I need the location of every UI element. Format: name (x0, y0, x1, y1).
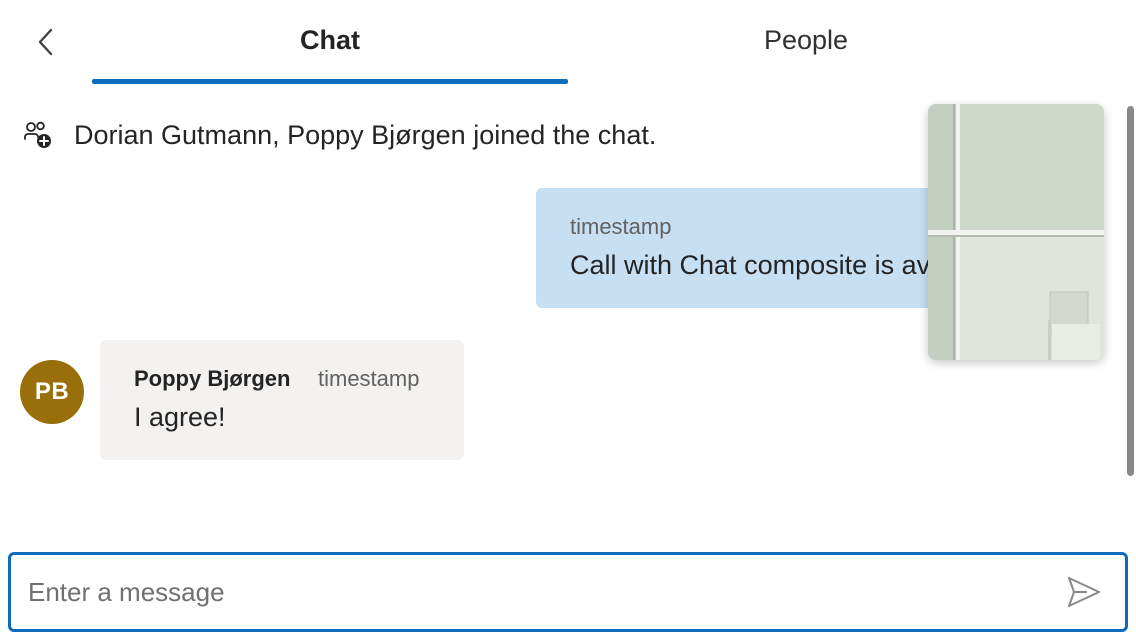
scrollbar[interactable] (1127, 106, 1134, 476)
message-input[interactable] (28, 567, 1028, 617)
tab-people-label: People (763, 24, 849, 55)
outgoing-message-text: Call with Chat composite is av (570, 250, 931, 280)
outgoing-message-timestamp: timestamp (570, 214, 672, 239)
video-preview-image (928, 104, 1104, 360)
avatar-initials: PB (34, 378, 70, 405)
system-message-text: Dorian Gutmann, Poppy Bjørgen joined the… (74, 119, 657, 150)
incoming-message-bubble: Poppy Bjørgen timestamp I agree! (100, 340, 464, 460)
chat-screen: Chat People Dorian Gutmann, Poppy Bjørge… (0, 0, 1136, 640)
tab-chat-label: Chat (300, 24, 360, 55)
system-message: Dorian Gutmann, Poppy Bjørgen joined the… (22, 114, 656, 156)
send-icon (1068, 577, 1100, 607)
people-add-icon (22, 119, 54, 151)
selected-tab-indicator (92, 79, 568, 84)
send-button[interactable] (1061, 571, 1107, 613)
tab-chat[interactable]: Chat (92, 0, 568, 84)
back-button[interactable] (22, 18, 70, 66)
sender-name: Poppy Bjørgen (134, 366, 291, 391)
tab-people[interactable]: People (568, 0, 1044, 84)
incoming-message-text: I agree! (134, 402, 226, 432)
incoming-message-timestamp: timestamp (318, 366, 420, 391)
chevron-left-icon (38, 28, 53, 56)
video-preview-tile[interactable] (928, 104, 1104, 360)
avatar: PB (20, 360, 84, 424)
message-composer (8, 552, 1128, 632)
